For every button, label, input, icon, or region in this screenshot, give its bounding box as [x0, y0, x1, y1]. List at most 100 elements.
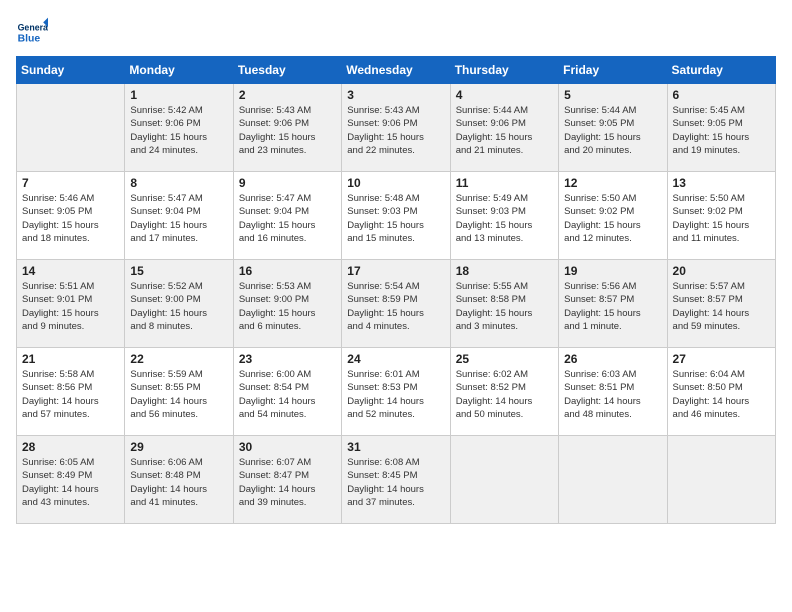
day-number: 8 [130, 176, 227, 190]
calendar-cell: 12 Sunrise: 5:50 AM Sunset: 9:02 PM Dayli… [559, 172, 667, 260]
day-info: Sunrise: 5:55 AM Sunset: 8:58 PM Dayligh… [456, 280, 553, 333]
calendar-cell: 23 Sunrise: 6:00 AM Sunset: 8:54 PM Dayli… [233, 348, 341, 436]
calendar-cell: 27 Sunrise: 6:04 AM Sunset: 8:50 PM Dayli… [667, 348, 775, 436]
calendar-cell: 7 Sunrise: 5:46 AM Sunset: 9:05 PM Daylig… [17, 172, 125, 260]
day-number: 11 [456, 176, 553, 190]
day-number: 29 [130, 440, 227, 454]
day-info: Sunrise: 5:49 AM Sunset: 9:03 PM Dayligh… [456, 192, 553, 245]
day-number: 15 [130, 264, 227, 278]
day-info: Sunrise: 5:53 AM Sunset: 9:00 PM Dayligh… [239, 280, 336, 333]
day-info: Sunrise: 6:07 AM Sunset: 8:47 PM Dayligh… [239, 456, 336, 509]
day-number: 14 [22, 264, 119, 278]
calendar-cell: 17 Sunrise: 5:54 AM Sunset: 8:59 PM Dayli… [342, 260, 450, 348]
calendar-week-row: 7 Sunrise: 5:46 AM Sunset: 9:05 PM Daylig… [17, 172, 776, 260]
day-info: Sunrise: 6:02 AM Sunset: 8:52 PM Dayligh… [456, 368, 553, 421]
day-info: Sunrise: 6:06 AM Sunset: 8:48 PM Dayligh… [130, 456, 227, 509]
day-info: Sunrise: 5:43 AM Sunset: 9:06 PM Dayligh… [239, 104, 336, 157]
day-info: Sunrise: 6:03 AM Sunset: 8:51 PM Dayligh… [564, 368, 661, 421]
day-number: 25 [456, 352, 553, 366]
day-info: Sunrise: 6:01 AM Sunset: 8:53 PM Dayligh… [347, 368, 444, 421]
calendar-week-row: 28Sunrise: 6:05 AM Sunset: 8:49 PM Dayli… [17, 436, 776, 524]
day-number: 7 [22, 176, 119, 190]
column-header-wednesday: Wednesday [342, 57, 450, 84]
calendar-cell: 16 Sunrise: 5:53 AM Sunset: 9:00 PM Dayli… [233, 260, 341, 348]
day-number: 22 [130, 352, 227, 366]
day-number: 2 [239, 88, 336, 102]
calendar-cell [450, 436, 558, 524]
calendar-cell [17, 84, 125, 172]
day-info: Sunrise: 5:44 AM Sunset: 9:05 PM Dayligh… [564, 104, 661, 157]
calendar-cell: 31Sunrise: 6:08 AM Sunset: 8:45 PM Dayli… [342, 436, 450, 524]
calendar-cell: 1Sunrise: 5:42 AM Sunset: 9:06 PM Daylig… [125, 84, 233, 172]
day-number: 4 [456, 88, 553, 102]
day-info: Sunrise: 5:58 AM Sunset: 8:56 PM Dayligh… [22, 368, 119, 421]
calendar-cell: 30 Sunrise: 6:07 AM Sunset: 8:47 PM Dayli… [233, 436, 341, 524]
day-number: 20 [673, 264, 770, 278]
calendar-cell: 4 Sunrise: 5:44 AM Sunset: 9:06 PM Daylig… [450, 84, 558, 172]
calendar-cell: 28Sunrise: 6:05 AM Sunset: 8:49 PM Dayli… [17, 436, 125, 524]
day-info: Sunrise: 5:50 AM Sunset: 9:02 PM Dayligh… [564, 192, 661, 245]
day-info: Sunrise: 5:43 AM Sunset: 9:06 PM Dayligh… [347, 104, 444, 157]
svg-text:General: General [18, 22, 48, 32]
calendar-cell: 14 Sunrise: 5:51 AM Sunset: 9:01 PM Dayli… [17, 260, 125, 348]
calendar-cell [667, 436, 775, 524]
day-number: 3 [347, 88, 444, 102]
day-number: 26 [564, 352, 661, 366]
day-number: 24 [347, 352, 444, 366]
day-number: 5 [564, 88, 661, 102]
day-number: 12 [564, 176, 661, 190]
logo: General Blue [16, 16, 48, 48]
calendar-cell: 11 Sunrise: 5:49 AM Sunset: 9:03 PM Dayli… [450, 172, 558, 260]
calendar-cell: 22 Sunrise: 5:59 AM Sunset: 8:55 PM Dayli… [125, 348, 233, 436]
calendar-cell: 15Sunrise: 5:52 AM Sunset: 9:00 PM Dayli… [125, 260, 233, 348]
calendar-cell [559, 436, 667, 524]
day-number: 18 [456, 264, 553, 278]
day-info: Sunrise: 6:05 AM Sunset: 8:49 PM Dayligh… [22, 456, 119, 509]
calendar-cell: 5 Sunrise: 5:44 AM Sunset: 9:05 PM Daylig… [559, 84, 667, 172]
calendar-week-row: 1Sunrise: 5:42 AM Sunset: 9:06 PM Daylig… [17, 84, 776, 172]
day-info: Sunrise: 5:44 AM Sunset: 9:06 PM Dayligh… [456, 104, 553, 157]
column-header-friday: Friday [559, 57, 667, 84]
calendar-header-row: SundayMondayTuesdayWednesdayThursdayFrid… [17, 57, 776, 84]
calendar-cell: 6Sunrise: 5:45 AM Sunset: 9:05 PM Daylig… [667, 84, 775, 172]
header: General Blue [16, 16, 776, 48]
day-number: 6 [673, 88, 770, 102]
day-info: Sunrise: 6:00 AM Sunset: 8:54 PM Dayligh… [239, 368, 336, 421]
calendar-cell: 19 Sunrise: 5:56 AM Sunset: 8:57 PM Dayli… [559, 260, 667, 348]
column-header-sunday: Sunday [17, 57, 125, 84]
day-number: 30 [239, 440, 336, 454]
calendar-cell: 25 Sunrise: 6:02 AM Sunset: 8:52 PM Dayli… [450, 348, 558, 436]
day-info: Sunrise: 5:57 AM Sunset: 8:57 PM Dayligh… [673, 280, 770, 333]
day-info: Sunrise: 5:42 AM Sunset: 9:06 PM Dayligh… [130, 104, 227, 157]
day-info: Sunrise: 5:46 AM Sunset: 9:05 PM Dayligh… [22, 192, 119, 245]
day-number: 10 [347, 176, 444, 190]
day-info: Sunrise: 6:04 AM Sunset: 8:50 PM Dayligh… [673, 368, 770, 421]
calendar-cell: 24 Sunrise: 6:01 AM Sunset: 8:53 PM Dayli… [342, 348, 450, 436]
day-number: 23 [239, 352, 336, 366]
day-info: Sunrise: 5:59 AM Sunset: 8:55 PM Dayligh… [130, 368, 227, 421]
calendar-cell: 18 Sunrise: 5:55 AM Sunset: 8:58 PM Dayli… [450, 260, 558, 348]
column-header-thursday: Thursday [450, 57, 558, 84]
day-number: 17 [347, 264, 444, 278]
day-info: Sunrise: 5:48 AM Sunset: 9:03 PM Dayligh… [347, 192, 444, 245]
day-info: Sunrise: 5:54 AM Sunset: 8:59 PM Dayligh… [347, 280, 444, 333]
calendar-week-row: 21 Sunrise: 5:58 AM Sunset: 8:56 PM Dayli… [17, 348, 776, 436]
day-number: 16 [239, 264, 336, 278]
calendar-cell: 13Sunrise: 5:50 AM Sunset: 9:02 PM Dayli… [667, 172, 775, 260]
svg-text:Blue: Blue [18, 34, 41, 45]
calendar-cell: 3 Sunrise: 5:43 AM Sunset: 9:06 PM Daylig… [342, 84, 450, 172]
day-info: Sunrise: 5:50 AM Sunset: 9:02 PM Dayligh… [673, 192, 770, 245]
day-info: Sunrise: 5:56 AM Sunset: 8:57 PM Dayligh… [564, 280, 661, 333]
column-header-monday: Monday [125, 57, 233, 84]
day-number: 27 [673, 352, 770, 366]
calendar-cell: 21 Sunrise: 5:58 AM Sunset: 8:56 PM Dayli… [17, 348, 125, 436]
logo-icon: General Blue [16, 16, 48, 48]
day-info: Sunrise: 5:51 AM Sunset: 9:01 PM Dayligh… [22, 280, 119, 333]
day-number: 19 [564, 264, 661, 278]
calendar-cell: 2 Sunrise: 5:43 AM Sunset: 9:06 PM Daylig… [233, 84, 341, 172]
calendar-cell: 20 Sunrise: 5:57 AM Sunset: 8:57 PM Dayli… [667, 260, 775, 348]
day-number: 9 [239, 176, 336, 190]
column-header-tuesday: Tuesday [233, 57, 341, 84]
day-number: 21 [22, 352, 119, 366]
day-info: Sunrise: 5:47 AM Sunset: 9:04 PM Dayligh… [239, 192, 336, 245]
